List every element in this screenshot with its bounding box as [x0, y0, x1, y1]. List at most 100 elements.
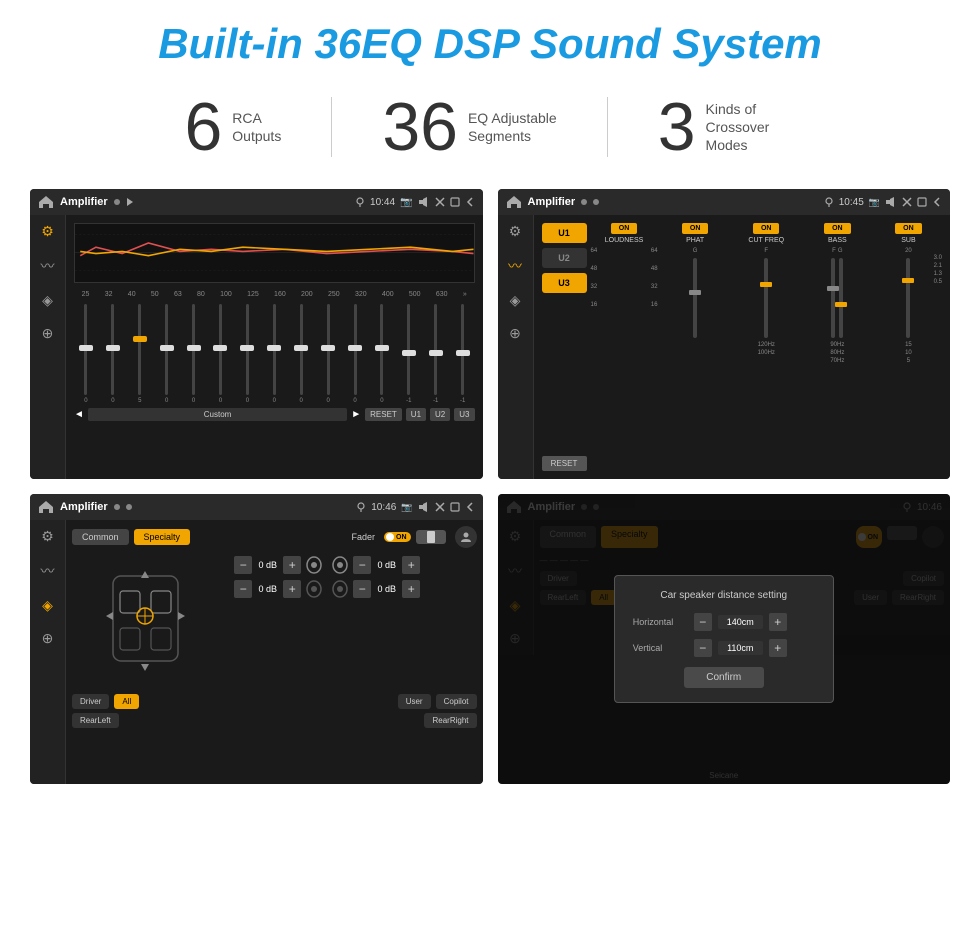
vol-sidebar-icon-3[interactable]: ◈ — [42, 597, 53, 614]
all-btn[interactable]: All — [114, 694, 139, 709]
home-icon-2 — [506, 195, 522, 209]
common-btn[interactable]: Common — [72, 529, 129, 545]
fader-toggle[interactable]: ON — [384, 532, 411, 542]
fader-slider-mini[interactable] — [416, 530, 446, 544]
cutfreq-on-btn[interactable]: ON — [753, 223, 780, 234]
eq-u1-btn[interactable]: U1 — [406, 408, 426, 421]
balance-sidebar-icon-3[interactable]: ⊕ — [42, 630, 54, 647]
status-bar-right-3: 10:46 📷 — [356, 502, 474, 513]
status-dot-2 — [581, 199, 587, 205]
rearright-btn[interactable]: RearRight — [424, 713, 476, 728]
eq-u2-btn[interactable]: U2 — [430, 408, 450, 421]
fl-value: 0 dB — [255, 560, 280, 570]
eq-sidebar-icon-2[interactable]: ⚙ — [509, 223, 522, 240]
stat-crossover: 3 Kinds ofCrossover Modes — [608, 93, 846, 161]
fl-minus[interactable]: − — [234, 556, 252, 574]
eq-next-btn[interactable]: ► — [351, 409, 361, 420]
rl-speaker-icon — [304, 580, 324, 598]
eq-prev-btn[interactable]: ◄ — [74, 409, 84, 420]
settings-circle-btn[interactable] — [455, 526, 477, 548]
screen-sidebar-2: ⚙ 〰 ◈ ⊕ — [498, 215, 534, 479]
horizontal-minus[interactable]: − — [694, 613, 712, 631]
eq-slider-14: -1 — [424, 304, 448, 404]
rearleft-btn[interactable]: RearLeft — [72, 713, 119, 728]
channel-phat: ON PHAT G — [662, 223, 729, 471]
stat-rca-number: 6 — [184, 93, 222, 161]
eq-slider-5: 0 — [182, 304, 206, 404]
vertical-minus[interactable]: − — [694, 639, 712, 657]
loudness-on-btn[interactable]: ON — [611, 223, 638, 234]
bottom-buttons: Driver All User Copilot — [72, 694, 477, 709]
wave-sidebar-icon-2[interactable]: 〰 — [508, 256, 522, 276]
eq-u3-btn[interactable]: U3 — [454, 408, 474, 421]
location-icon — [355, 197, 365, 207]
screen-icon — [450, 197, 460, 207]
phat-on-btn[interactable]: ON — [682, 223, 709, 234]
bottom-buttons-row2: RearLeft RearRight — [72, 713, 477, 728]
crossover-reset-btn[interactable]: RESET — [542, 456, 587, 471]
specialty-btn[interactable]: Specialty — [134, 529, 191, 545]
screenshot-fader: Amplifier 10:46 📷 ⚙ 〰 — [30, 494, 483, 784]
screenshot-distance: Amplifier 10:46 ⚙ 〰 ◈ ⊕ — [498, 494, 951, 784]
status-title-2: Amplifier — [528, 196, 576, 208]
dialog-overlay: Car speaker distance setting Horizontal … — [498, 494, 951, 784]
fl-plus[interactable]: + — [283, 556, 301, 574]
u2-button[interactable]: U2 — [542, 248, 587, 268]
stat-eq-label: EQ AdjustableSegments — [468, 109, 557, 145]
sub-slider-area: 20 15 10 5 — [875, 248, 942, 471]
u1-button[interactable]: U1 — [542, 223, 587, 243]
rl-plus[interactable]: + — [283, 580, 301, 598]
vertical-row: Vertical − 110cm + — [633, 639, 815, 657]
status-bar-right-2: 10:45 📷 — [824, 197, 942, 208]
close-icon-2 — [902, 197, 912, 207]
eq-slider-4: 0 — [155, 304, 179, 404]
balance-sidebar-icon-2[interactable]: ⊕ — [509, 325, 521, 342]
fl-channel: − 0 dB + — [224, 556, 324, 574]
user-btn[interactable]: User — [398, 694, 431, 709]
status-bar-left-1: Amplifier — [38, 195, 134, 209]
screen-sidebar-1: ⚙ 〰 ◈ ⊕ — [30, 215, 66, 479]
eq-graph-svg — [75, 224, 474, 282]
vertical-plus[interactable]: + — [769, 639, 787, 657]
wave-sidebar-icon-3[interactable]: 〰 — [41, 561, 55, 581]
close-icon-3 — [435, 502, 445, 512]
screenshots-grid: Amplifier 10:44 📷 ⚙ 〰 — [30, 189, 950, 784]
screen-content-1: ⚙ 〰 ◈ ⊕ — [30, 215, 483, 479]
driver-btn[interactable]: Driver — [72, 694, 109, 709]
eq-graph — [74, 223, 475, 283]
eq-sidebar-icon[interactable]: ⚙ — [41, 223, 54, 240]
horizontal-plus[interactable]: + — [769, 613, 787, 631]
vol-sidebar-icon-2[interactable]: ◈ — [510, 292, 521, 309]
rr-minus[interactable]: − — [353, 580, 371, 598]
eq-reset-btn[interactable]: RESET — [365, 408, 402, 421]
eq-sidebar-icon-3[interactable]: ⚙ — [41, 528, 54, 545]
eq-custom-label[interactable]: Custom — [88, 408, 347, 421]
fader-main-panel: Common Specialty Fader ON — [66, 520, 483, 784]
eq-slider-10: 0 — [316, 304, 340, 404]
status-title-1: Amplifier — [60, 196, 108, 208]
horizontal-label: Horizontal — [633, 617, 688, 627]
status-bar-right-1: 10:44 📷 — [355, 197, 474, 208]
status-time-2: 10:45 — [839, 197, 864, 208]
vol-sidebar-icon[interactable]: ◈ — [42, 292, 53, 309]
status-time-1: 10:44 — [370, 197, 395, 208]
u3-button[interactable]: U3 — [542, 273, 587, 293]
bass-on-btn[interactable]: ON — [824, 223, 851, 234]
crossover-left: U1 U2 U3 RESET — [542, 223, 587, 471]
rr-plus[interactable]: + — [402, 580, 420, 598]
screen-content-3: ⚙ 〰 ◈ ⊕ Common Specialty Fader ON — [30, 520, 483, 784]
copilot-btn[interactable]: Copilot — [436, 694, 477, 709]
screenshot-eq: Amplifier 10:44 📷 ⚙ 〰 — [30, 189, 483, 479]
rl-minus[interactable]: − — [234, 580, 252, 598]
speaker-icon-2 — [885, 197, 897, 207]
wave-sidebar-icon[interactable]: 〰 — [41, 256, 55, 276]
fr-plus[interactable]: + — [402, 556, 420, 574]
fr-minus[interactable]: − — [353, 556, 371, 574]
rr-channel: − 0 dB + — [330, 580, 476, 598]
sub-on-btn[interactable]: ON — [895, 223, 922, 234]
fl-speaker-icon — [304, 556, 324, 574]
balance-sidebar-icon[interactable]: ⊕ — [42, 325, 54, 342]
stat-rca-label: RCAOutputs — [232, 109, 281, 145]
confirm-button[interactable]: Confirm — [684, 667, 764, 688]
phat-slider-area: G — [662, 248, 729, 471]
